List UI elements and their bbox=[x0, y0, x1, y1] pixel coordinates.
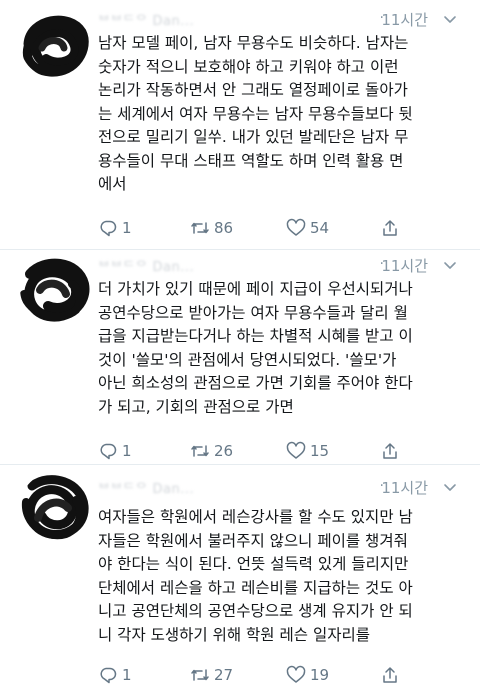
retweet-button[interactable]: 86 bbox=[190, 215, 233, 241]
author-name[interactable]: ᄇᄇᄃᄋ Dan... bbox=[98, 10, 194, 29]
reply-icon bbox=[100, 220, 117, 237]
timestamp[interactable]: 11시간 bbox=[381, 255, 428, 276]
reply-icon bbox=[100, 667, 117, 684]
share-icon bbox=[383, 220, 397, 236]
scribbled-avatar-icon bbox=[20, 8, 90, 78]
tweet-3[interactable]: ᄇᄇᄃᄋ Dan... · 11시간 여자들은 학원에서 레슨강사를 할 수도 … bbox=[0, 466, 480, 694]
chevron-down-icon[interactable] bbox=[442, 479, 458, 495]
heart-icon bbox=[286, 441, 306, 459]
share-button[interactable] bbox=[380, 662, 400, 688]
reply-count: 1 bbox=[122, 219, 132, 237]
reply-button[interactable]: 1 bbox=[98, 438, 132, 464]
avatar[interactable] bbox=[20, 8, 90, 78]
share-icon bbox=[383, 667, 397, 683]
scribbled-avatar-icon bbox=[20, 254, 90, 324]
reply-count: 1 bbox=[122, 666, 132, 684]
retweet-button[interactable]: 26 bbox=[190, 438, 233, 464]
avatar[interactable] bbox=[20, 472, 90, 542]
reply-icon bbox=[100, 443, 117, 460]
avatar[interactable] bbox=[20, 254, 90, 324]
timestamp[interactable]: 11시간 bbox=[381, 477, 428, 498]
tweet-actions: 1 86 54 bbox=[98, 215, 398, 241]
retweet-icon bbox=[191, 445, 209, 457]
retweet-count: 86 bbox=[214, 219, 234, 237]
like-count: 15 bbox=[310, 442, 330, 460]
like-count: 19 bbox=[310, 666, 330, 684]
share-icon bbox=[383, 443, 397, 459]
heart-icon bbox=[286, 665, 306, 683]
reply-button[interactable]: 1 bbox=[98, 662, 132, 688]
tweet-2[interactable]: ᄇᄇᄃᄋ Dan... · 11시간 더 가치가 있기 때문에 페이 지급이 우… bbox=[0, 250, 480, 460]
timestamp[interactable]: 11시간 bbox=[381, 9, 428, 30]
scribbled-avatar-icon bbox=[20, 472, 90, 542]
tweet-1[interactable]: ᄇᄇᄃᄋ Dan... · 11시간 남자 모델 페이, 남자 무용수도 비슷하… bbox=[0, 0, 480, 248]
share-button[interactable] bbox=[380, 438, 400, 464]
retweet-button[interactable]: 27 bbox=[190, 662, 233, 688]
author-name[interactable]: ᄇᄇᄃᄋ Dan... bbox=[98, 256, 194, 275]
tweet-header: ᄇᄇᄃᄋ Dan... · 11시간 bbox=[98, 476, 468, 500]
tweet-text: 여자들은 학원에서 레슨강사를 할 수도 있지만 남 자들은 학원에서 불러주지… bbox=[98, 508, 413, 644]
tweet-header: ᄇᄇᄃᄋ Dan... · 11시간 bbox=[98, 8, 468, 32]
like-button[interactable]: 19 bbox=[286, 662, 329, 688]
reply-count: 1 bbox=[122, 442, 132, 460]
retweet-icon bbox=[191, 222, 209, 234]
like-button[interactable]: 15 bbox=[286, 438, 329, 464]
tweet-header: ᄇᄇᄃᄋ Dan... · 11시간 bbox=[98, 254, 468, 278]
tweet-divider bbox=[0, 464, 480, 465]
tweet-actions: 1 26 15 bbox=[98, 438, 398, 464]
retweet-icon bbox=[191, 669, 209, 681]
author-name[interactable]: ᄇᄇᄃᄋ Dan... bbox=[98, 478, 194, 497]
chevron-down-icon[interactable] bbox=[442, 11, 458, 27]
tweet-text: 남자 모델 페이, 남자 무용수도 비슷하다. 남자는 숫자가 적으니 보호해야… bbox=[98, 34, 413, 193]
reply-button[interactable]: 1 bbox=[98, 215, 132, 241]
like-count: 54 bbox=[310, 219, 330, 237]
heart-icon bbox=[286, 218, 306, 236]
retweet-count: 27 bbox=[214, 666, 234, 684]
like-button[interactable]: 54 bbox=[286, 215, 329, 241]
tweet-actions: 1 27 19 bbox=[98, 662, 398, 688]
chevron-down-icon[interactable] bbox=[442, 257, 458, 273]
tweet-text: 더 가치가 있기 때문에 페이 지급이 우선시되거나 공연수당으로 받아가는 여… bbox=[98, 280, 413, 416]
share-button[interactable] bbox=[380, 215, 400, 241]
retweet-count: 26 bbox=[214, 442, 234, 460]
